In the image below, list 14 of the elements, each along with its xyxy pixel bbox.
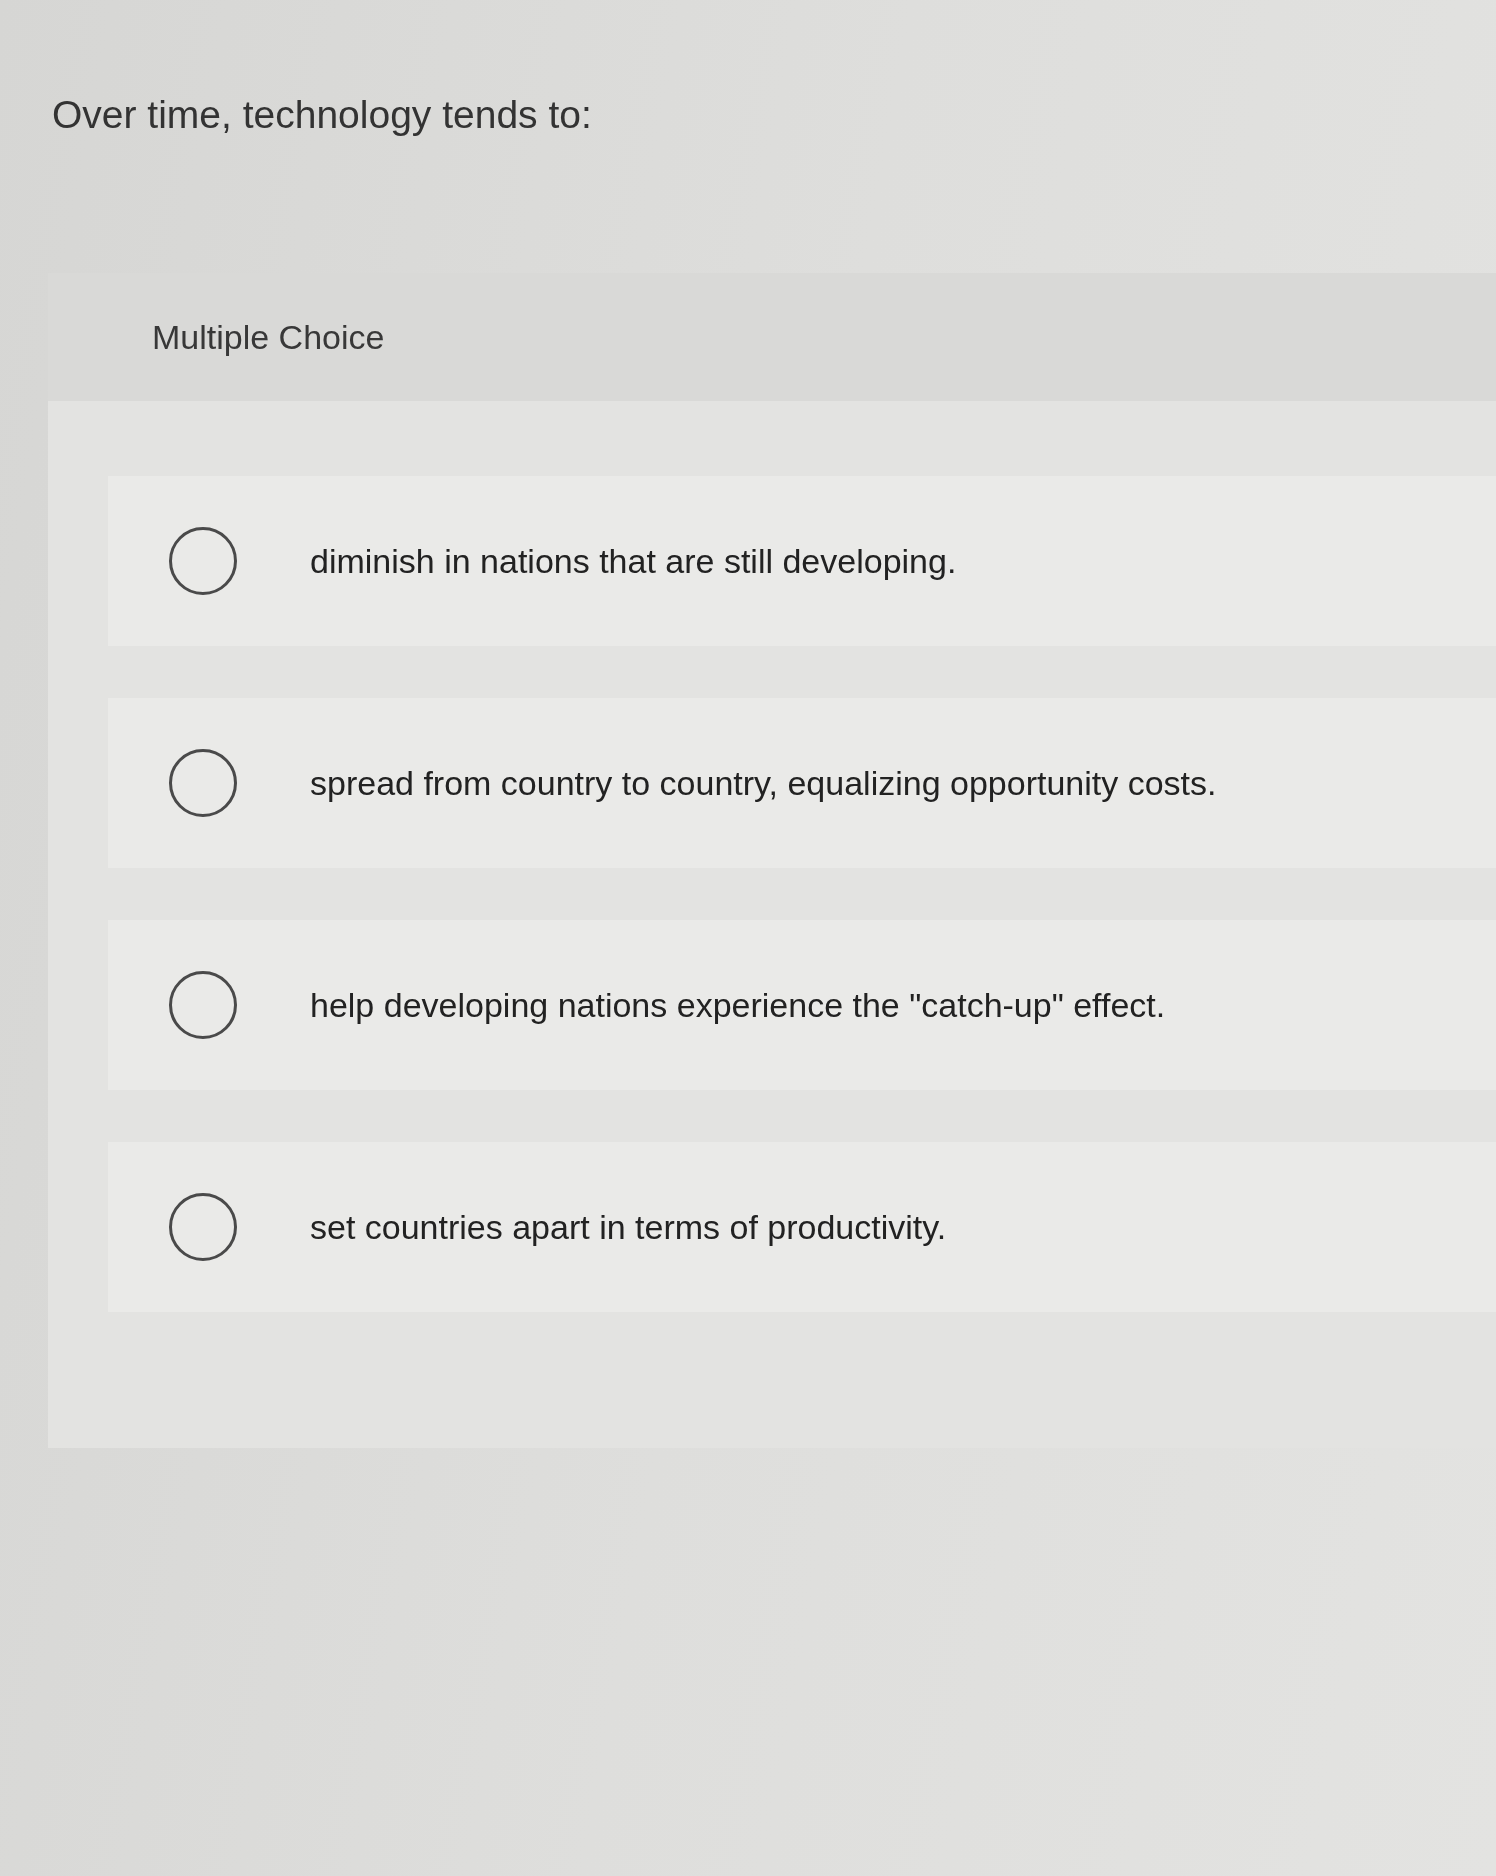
- answer-option[interactable]: help developing nations experience the "catch-up" effect.: [108, 920, 1496, 1090]
- question-text: Over time, technology tends to:: [52, 92, 592, 138]
- radio-button[interactable]: [169, 1193, 237, 1261]
- radio-button[interactable]: [169, 971, 237, 1039]
- answer-text: set countries apart in terms of productivity.: [310, 1207, 947, 1247]
- answer-option[interactable]: diminish in nations that are still developing.: [108, 476, 1496, 646]
- radio-button[interactable]: [169, 527, 237, 595]
- answer-text: diminish in nations that are still developing.: [310, 541, 957, 581]
- answer-option[interactable]: set countries apart in terms of productivity.: [108, 1142, 1496, 1312]
- question-type-label: Multiple Choice: [152, 317, 385, 357]
- answer-option[interactable]: spread from country to country, equalizing opportunity costs.: [108, 698, 1496, 868]
- radio-button[interactable]: [169, 749, 237, 817]
- answer-text: spread from country to country, equalizing opportunity costs.: [310, 763, 1217, 803]
- answer-text: help developing nations experience the "catch-up" effect.: [310, 985, 1166, 1025]
